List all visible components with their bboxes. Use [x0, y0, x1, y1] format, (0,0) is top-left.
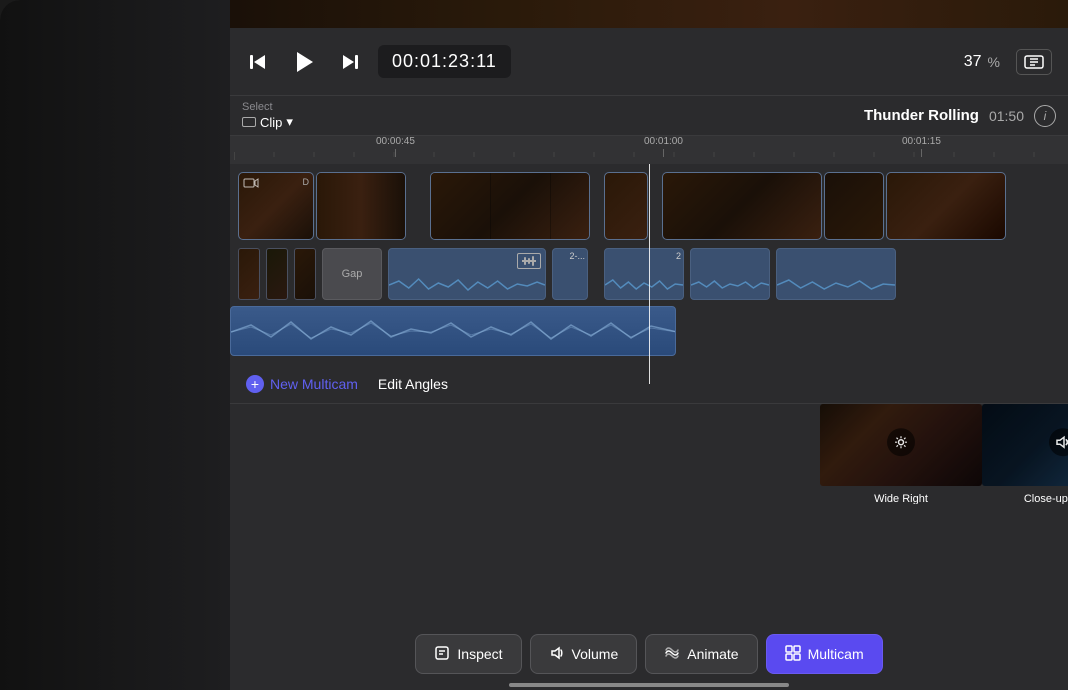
clip-icon [242, 117, 256, 127]
edit-angles-button[interactable]: Edit Angles [378, 376, 448, 392]
multicam-clip-5[interactable] [776, 248, 896, 300]
video-gap [408, 172, 428, 240]
clip-label: Clip [260, 115, 282, 130]
angle-thumb-closeup[interactable]: Close-up Profile [982, 404, 1068, 504]
music-track[interactable] [230, 306, 676, 356]
timecode-display: 00:01:23:11 [378, 45, 511, 78]
inspect-button[interactable]: Inspect [415, 634, 521, 674]
video-clip-7[interactable] [886, 172, 1006, 240]
audio-clip-3[interactable] [294, 248, 316, 300]
track-duration: 01:50 [989, 108, 1024, 124]
playback-controls [246, 46, 362, 78]
select-right: Thunder Rolling 01:50 i [864, 105, 1056, 127]
scrollbar[interactable] [230, 682, 1068, 688]
main-content: 00:01:23:11 37 % Select [230, 0, 1068, 690]
volume-label: Volume [572, 646, 619, 662]
info-button[interactable]: i [1034, 105, 1056, 127]
timeline-ruler: 00:00:45 00:01:00 00:01:15 [230, 136, 1068, 164]
track-title: Thunder Rolling [864, 107, 979, 124]
edit-angles-label: Edit Angles [378, 376, 448, 392]
preview-strip [230, 0, 1068, 28]
audio-clip-1[interactable] [238, 248, 260, 300]
angle-label-wide-right: Wide Right [874, 493, 928, 504]
multicam-clip-1[interactable] [388, 248, 546, 300]
audio-clip-2[interactable] [266, 248, 288, 300]
scroll-thumb[interactable] [509, 683, 789, 687]
zoom-unit: % [988, 54, 1000, 70]
video-clip-6[interactable] [824, 172, 884, 240]
video-clip-4[interactable] [604, 172, 648, 240]
gap-clip[interactable]: Gap [322, 248, 382, 300]
animate-button[interactable]: Animate [645, 634, 757, 674]
multicam-clip-3[interactable]: 2 [604, 248, 684, 300]
select-bar: Select Clip ▾ Thunder Rolling 01:50 i [230, 96, 1068, 136]
inspect-label: Inspect [457, 646, 502, 662]
chevron-down-icon: ▾ [286, 114, 293, 130]
video-gap-3 [650, 172, 660, 240]
volume-button[interactable]: Volume [530, 634, 638, 674]
multicam-button[interactable]: Multicam [766, 634, 883, 674]
zoom-value: 37 [964, 53, 982, 71]
multicam-icon [785, 645, 801, 664]
zoom-control: 37 % [964, 53, 1000, 71]
video-clip-3[interactable] [430, 172, 590, 240]
skip-forward-button[interactable] [338, 50, 362, 74]
select-left: Select Clip ▾ [242, 101, 293, 130]
multicam-clip-2[interactable]: 2-... [552, 248, 588, 300]
new-multicam-button[interactable]: + New Multicam [246, 375, 358, 393]
inspect-icon [434, 645, 450, 664]
fit-button[interactable] [1016, 49, 1052, 75]
video-clip-1[interactable]: D [238, 172, 314, 240]
left-panel [0, 0, 230, 690]
select-label: Select [242, 101, 293, 113]
video-clip-2[interactable] [316, 172, 406, 240]
clip-selector[interactable]: Clip ▾ [242, 114, 293, 130]
angle-thumbnails: Wide Right Close- [820, 404, 1068, 504]
animate-label: Animate [687, 646, 738, 662]
animate-icon [664, 645, 680, 664]
skip-back-button[interactable] [246, 50, 270, 74]
playback-bar: 00:01:23:11 37 % [230, 28, 1068, 96]
device-frame: 00:01:23:11 37 % Select [0, 0, 1068, 690]
bottom-toolbar: Inspect Volume [230, 628, 1068, 680]
video-clip-5[interactable] [662, 172, 822, 240]
angle-thumb-wide-right[interactable]: Wide Right [820, 404, 982, 504]
video-gap-2 [592, 172, 602, 240]
angle-label-closeup: Close-up Profile [1024, 493, 1068, 504]
new-multicam-label: New Multicam [270, 376, 358, 392]
multicam-clip-4[interactable] [690, 248, 770, 300]
play-button[interactable] [288, 46, 320, 78]
timecode-value: 00:01:23:11 [392, 51, 497, 71]
plus-icon: + [246, 375, 264, 393]
multicam-label: Multicam [808, 646, 864, 662]
volume-icon [549, 645, 565, 664]
playhead [649, 164, 650, 384]
gap-label: Gap [342, 268, 363, 280]
